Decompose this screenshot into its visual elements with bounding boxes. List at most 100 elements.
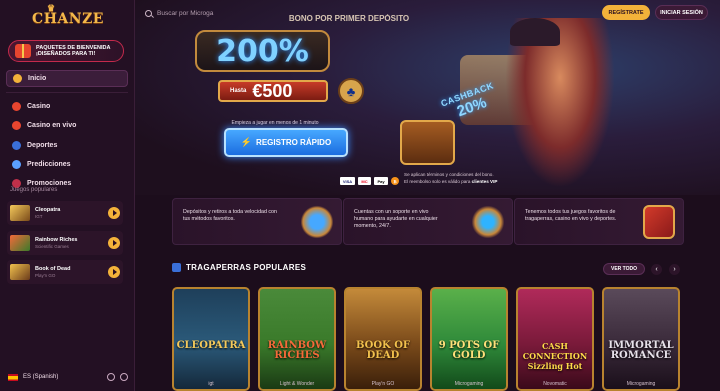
promo-line-1: PAQUETES DE BIENVENIDA xyxy=(36,44,111,51)
popular-slots-header: TRAGAPERRAS POPULARES xyxy=(172,263,306,272)
slot-title: IMMORTAL ROMANCE xyxy=(608,340,674,361)
game-provider: IGT xyxy=(35,214,43,219)
feature-card-support: Cuentas con un soporte en vivo humano pa… xyxy=(343,198,513,245)
slot-card-rainbow-riches[interactable]: RAINBOW RICHES Light & Wonder xyxy=(258,287,336,391)
heart-icon xyxy=(12,102,21,111)
search-box[interactable] xyxy=(145,7,265,20)
slot-title: CLEOPATRA xyxy=(176,340,246,351)
search-icon xyxy=(145,10,152,17)
spellbook-icon xyxy=(643,205,675,239)
logo-text: CHANZE xyxy=(32,11,104,27)
nav-label: Inicio xyxy=(28,75,47,82)
live-dealer-icon xyxy=(12,121,21,131)
slot-title: RAINBOW RICHES xyxy=(267,340,327,361)
spain-flag-icon xyxy=(8,373,18,381)
slot-card-sizzling-hot[interactable]: CASH CONNECTION Sizzling Hot Novomatic xyxy=(516,287,594,391)
nav-label: Predicciones xyxy=(27,160,71,168)
bonus-terms: Se aplican términos y condiciones del bo… xyxy=(404,172,524,185)
slot-card-cleopatra[interactable]: CLEOPATRA igt xyxy=(172,287,250,391)
headset-icon[interactable] xyxy=(107,373,115,381)
search-input[interactable] xyxy=(157,10,257,17)
slot-provider: Novomatic xyxy=(543,381,567,387)
help-icon[interactable] xyxy=(120,373,128,381)
bonus-amount-plate: Hasta €500 xyxy=(218,80,328,102)
next-arrow-icon[interactable]: › xyxy=(669,264,680,275)
sidebar: ♛ CHANZE PAQUETES DE BIENVENIDA ¡DISEÑAD… xyxy=(0,0,135,391)
nav-label: Deportes xyxy=(27,141,58,149)
popular-slots-title: TRAGAPERRAS POPULARES xyxy=(186,263,307,272)
ball-icon xyxy=(12,140,21,150)
quick-start-hint: Empieza a jugar en menos de 1 minuto xyxy=(231,120,319,126)
feature-card-games: Tenemos todos tus juegos favoritos de tr… xyxy=(514,198,684,245)
nav-item-inicio[interactable]: Inicio xyxy=(6,70,128,87)
play-icon[interactable] xyxy=(108,266,120,278)
game-info: Book of Dead Play'n GO xyxy=(35,266,108,278)
nav-item-deportes[interactable]: Deportes xyxy=(6,137,128,154)
nav-item-casino[interactable]: Casino xyxy=(6,98,128,115)
bitcoin-icon: ₿ xyxy=(391,177,399,185)
game-name: Rainbow Riches xyxy=(35,236,78,243)
bonus-percent: 200% xyxy=(195,30,330,72)
slot-card-book-of-dead[interactable]: BOOK OF DEAD Play'n GO xyxy=(344,287,422,391)
home-icon xyxy=(13,74,22,83)
slot-title: BOOK OF DEAD xyxy=(355,340,411,361)
welcome-packages-banner[interactable]: PAQUETES DE BIENVENIDA ¡DISEÑADOS PARA T… xyxy=(8,40,124,62)
game-info: Cleopatra IGT xyxy=(35,207,108,219)
prev-arrow-icon[interactable]: ‹ xyxy=(651,264,662,275)
quick-register-button[interactable]: ⚡ REGISTRO RÁPIDO xyxy=(224,128,348,157)
feature-text: Depósitos y retiros a toda velocidad con… xyxy=(183,209,277,222)
promo-line-2: ¡DISEÑADOS PARA TI! xyxy=(36,51,96,57)
game-name: Cleopatra xyxy=(35,207,61,213)
bonus-upto-label: Hasta xyxy=(230,88,247,94)
slot-provider: Light & Wonder xyxy=(279,381,315,387)
popular-game-item[interactable]: Book of Dead Play'n GO xyxy=(7,260,123,284)
slot-provider: Play'n GO xyxy=(371,381,395,387)
apple-pay-icon: Pay xyxy=(374,177,388,185)
slot-card-immortal-romance[interactable]: IMMORTAL ROMANCE Microgaming xyxy=(602,287,680,391)
nav-label: Casino en vivo xyxy=(27,122,77,130)
top-bar: REGÍSTRATE INICIAR SESIÓN xyxy=(135,0,720,27)
nav-item-predicciones[interactable]: Predicciones xyxy=(6,156,128,173)
slot-provider: Microgaming xyxy=(626,381,656,387)
terms-line-2: El reembolso solo es válido para xyxy=(404,178,471,184)
popular-game-item[interactable]: Rainbow Riches Scientific Games xyxy=(7,230,123,255)
sidebar-footer: ES (Spanish) xyxy=(8,370,128,384)
goggles-icon xyxy=(472,205,504,239)
see-all-button[interactable]: VER TODO xyxy=(603,263,645,275)
slot-title: 9 POTS OF GOLD xyxy=(438,340,500,361)
nav-label: Casino xyxy=(27,103,51,110)
popular-games-list: Cleopatra IGT Rainbow Riches Scientific … xyxy=(7,201,123,290)
game-thumbnail xyxy=(10,264,30,280)
popular-games-title: Juegos populares xyxy=(10,187,58,193)
slot-provider: igt xyxy=(208,381,214,387)
game-thumbnail xyxy=(10,234,30,251)
visa-icon: VISA xyxy=(340,177,355,185)
play-icon[interactable] xyxy=(108,207,120,219)
lightning-icon: ⚡ xyxy=(240,137,253,147)
mastercard-icon: MC xyxy=(358,177,371,185)
slot-card-9-pots-of-gold[interactable]: 9 POTS OF GOLD Microgaming xyxy=(430,287,508,391)
play-icon[interactable] xyxy=(108,236,120,249)
clover-gauge-icon: ♣ xyxy=(338,78,364,104)
main-nav: Inicio Casino Casino en vivo Deportes Pr… xyxy=(6,70,128,194)
popular-game-item[interactable]: Cleopatra IGT xyxy=(7,201,123,225)
slot-machine-icon xyxy=(172,263,181,272)
crown-icon: ♛ xyxy=(47,4,56,14)
game-name: Book of Dead xyxy=(35,266,71,272)
welcome-packages-text: PAQUETES DE BIENVENIDA ¡DISEÑADOS PARA T… xyxy=(36,45,110,58)
feature-text: Cuentas con un soporte en vivo humano pa… xyxy=(354,209,438,229)
login-button[interactable]: INICIAR SESIÓN xyxy=(655,5,708,20)
quick-register-label: REGISTRO RÁPIDO xyxy=(256,138,332,147)
gift-icon xyxy=(15,44,31,58)
terms-vip-link[interactable]: clientes VIP xyxy=(472,179,498,184)
register-button[interactable]: REGÍSTRATE xyxy=(602,5,650,20)
game-provider: Play'n GO xyxy=(35,273,56,278)
chanze-logo[interactable]: ♛ CHANZE xyxy=(32,4,103,32)
nav-item-casino-en-vivo[interactable]: Casino en vivo xyxy=(6,117,128,134)
nav-divider xyxy=(6,92,128,93)
feature-text: Tenemos todos tus juegos favoritos de tr… xyxy=(525,209,617,222)
feature-card-payments: Depósitos y retiros a toda velocidad con… xyxy=(172,198,342,245)
payment-methods: VISA MC Pay ₿ xyxy=(340,177,399,185)
game-info: Rainbow Riches Scientific Games xyxy=(35,237,108,249)
language-selector[interactable]: ES (Spanish) xyxy=(23,374,102,380)
